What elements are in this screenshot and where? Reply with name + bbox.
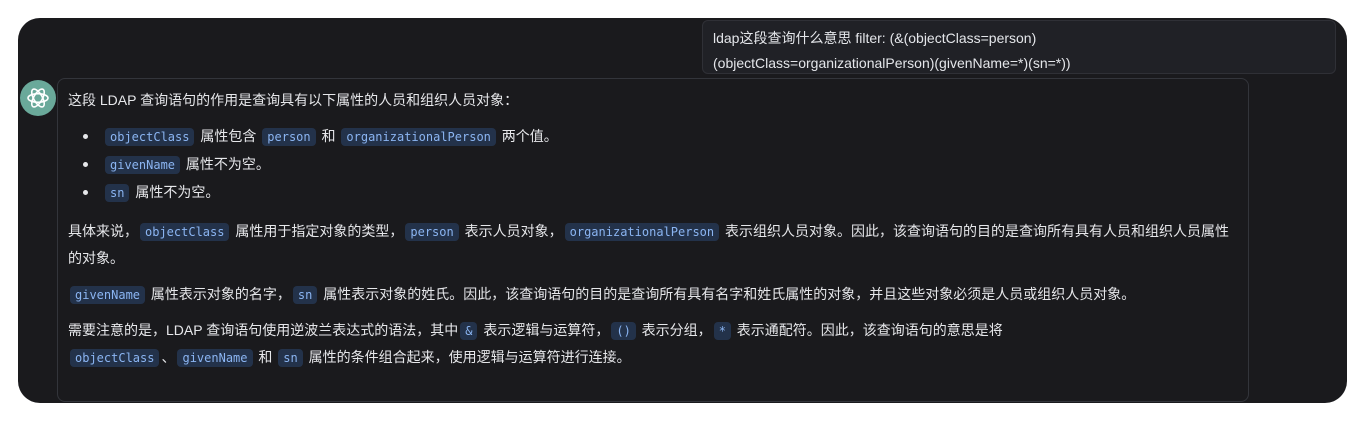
list-item: sn 属性不为空。 <box>68 178 1238 206</box>
paragraph-text: 、 <box>161 349 176 365</box>
paragraph-text: 属性的条件组合起来，使用逻辑与运算符进行连接。 <box>304 349 631 365</box>
inline-code: person <box>405 223 459 241</box>
attribute-list: objectClass 属性包含 person 和 organizational… <box>68 122 1238 206</box>
user-message: ldap这段查询什么意思 filter: (&(objectClass=pers… <box>702 20 1336 74</box>
list-item: objectClass 属性包含 person 和 organizational… <box>68 122 1238 150</box>
list-item: givenName 属性不为空。 <box>68 150 1238 178</box>
inline-code: () <box>611 322 636 340</box>
paragraph-text: 表示逻辑与运算符， <box>479 322 610 338</box>
inline-code: objectClass <box>140 223 230 241</box>
paragraph-text: 表示通配符。因此，该查询语句的意思是将 <box>732 322 1003 338</box>
paragraph-text: 表示分组， <box>637 322 712 338</box>
inline-code: givenName <box>177 349 253 367</box>
chat-window: ldap这段查询什么意思 filter: (&(objectClass=pers… <box>18 18 1347 403</box>
inline-code: givenName <box>70 286 146 304</box>
inline-code: organizationalPerson <box>341 128 496 146</box>
inline-code: person <box>262 128 316 146</box>
inline-code: sn <box>278 349 303 367</box>
reply-paragraph: 具体来说， objectClass 属性用于指定对象的类型， person 表示人员… <box>68 218 1238 271</box>
reply-paragraph: 需要注意的是，LDAP 查询语句使用逆波兰表达式的语法，其中 & 表示逻辑与运算符… <box>68 317 1238 371</box>
list-item-text: 属性不为空。 <box>182 156 270 172</box>
paragraph-text: 属性表示对象的名字， <box>147 286 291 302</box>
inline-code: * <box>713 322 731 340</box>
inline-code: objectClass <box>105 128 195 146</box>
user-message-line: (objectClass=organizationalPerson)(given… <box>713 55 1071 71</box>
list-item-text: 属性包含 <box>196 128 261 144</box>
assistant-reply: 这段 LDAP 查询语句的作用是查询具有以下属性的人员和组织人员对象： obje… <box>57 78 1249 402</box>
assistant-avatar <box>20 80 56 116</box>
inline-code: organizationalPerson <box>564 223 720 241</box>
paragraph-text: 和 <box>254 349 277 365</box>
list-item-text: 属性不为空。 <box>131 184 220 200</box>
user-message-line: ldap这段查询什么意思 filter: (&(objectClass=pers… <box>713 30 1037 46</box>
list-item-text: 和 <box>317 128 340 144</box>
inline-code: objectClass <box>70 349 160 367</box>
inline-code: sn <box>105 184 130 202</box>
paragraph-text: 属性表示对象的姓氏。因此，该查询语句的目的是查询所有具有名字和姓氏属性的对象，并… <box>319 286 1136 302</box>
list-item-text: 两个值。 <box>497 128 558 144</box>
paragraph-text: 需要注意的是，LDAP 查询语句使用逆波兰表达式的语法，其中 <box>68 322 459 338</box>
inline-code: sn <box>292 286 318 304</box>
paragraph-text: 具体来说， <box>68 223 138 239</box>
openai-logo-icon <box>27 88 49 108</box>
inline-code: givenName <box>105 156 181 174</box>
inline-code: & <box>460 322 478 340</box>
paragraph-text: 属性用于指定对象的类型， <box>231 223 404 239</box>
reply-intro: 这段 LDAP 查询语句的作用是查询具有以下属性的人员和组织人员对象： <box>68 92 519 108</box>
reply-paragraph: givenName 属性表示对象的名字， sn 属性表示对象的姓氏。因此，该查询语… <box>68 281 1238 308</box>
paragraph-text: 表示人员对象， <box>460 223 563 239</box>
